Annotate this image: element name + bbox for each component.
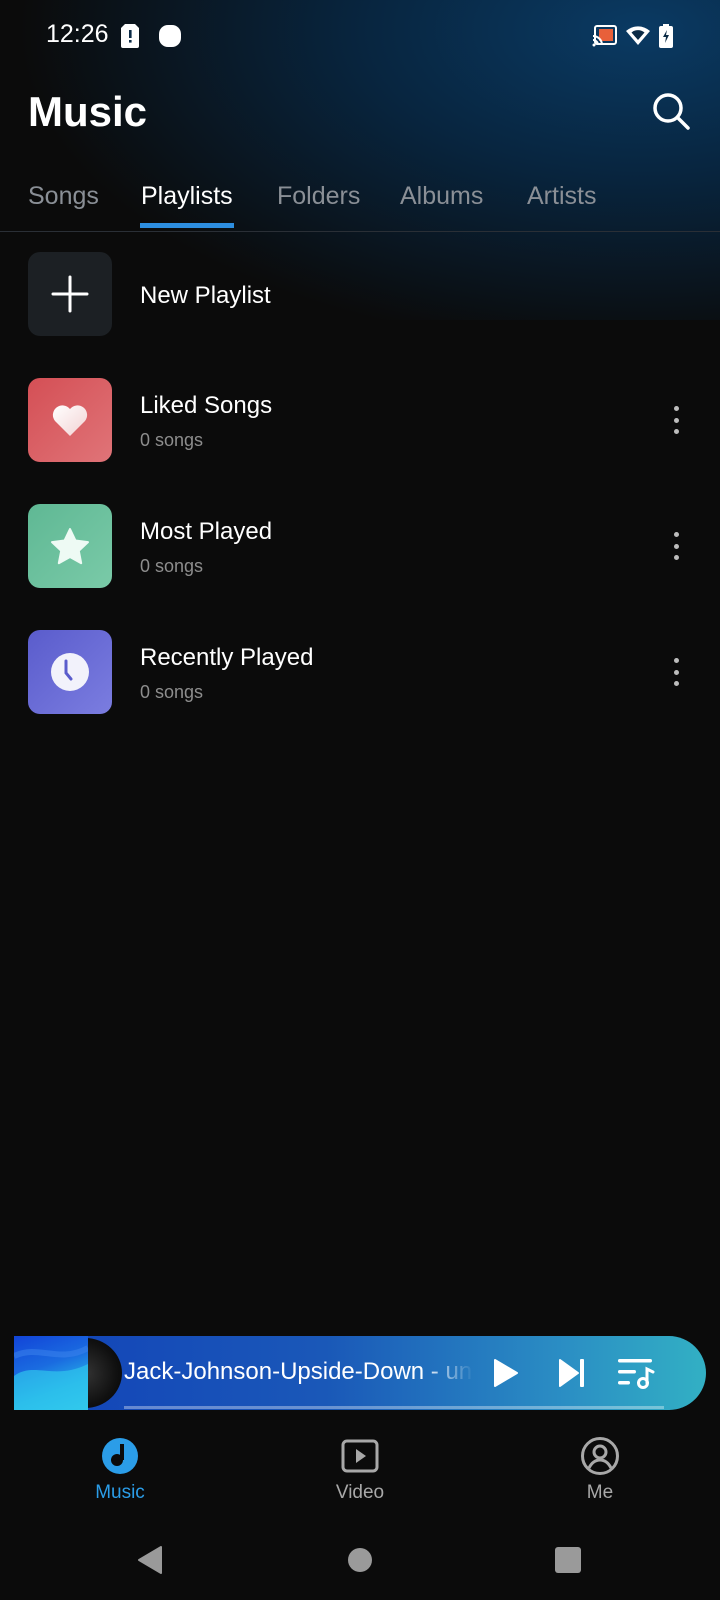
recents-icon xyxy=(555,1547,581,1573)
tab-playlists[interactable]: Playlists xyxy=(141,182,233,211)
nav-label: Music xyxy=(95,1482,145,1503)
new-playlist-label: New Playlist xyxy=(140,282,271,309)
clock-icon xyxy=(51,653,89,691)
play-button[interactable] xyxy=(486,1353,526,1393)
playlist-count: 0 songs xyxy=(140,430,204,450)
playlist-item-recently-played[interactable]: Recently Played 0 songs xyxy=(0,630,720,730)
video-icon xyxy=(341,1439,379,1473)
notification-dot-icon xyxy=(158,24,182,53)
search-icon xyxy=(653,93,690,130)
recents-button[interactable] xyxy=(546,1538,590,1582)
tab-bar: Songs Playlists Folders Albums Artists xyxy=(0,170,720,232)
now-playing-title: Jack-Johnson-Upside-Down - unknown xyxy=(124,1358,474,1385)
tab-indicator xyxy=(140,223,234,228)
queue-icon xyxy=(618,1359,655,1389)
recently-played-thumb xyxy=(28,630,112,714)
playlist-item-most-played[interactable]: Most Played 0 songs xyxy=(0,504,720,604)
playlist-count: 0 songs xyxy=(140,556,204,576)
playback-progress-bar[interactable] xyxy=(124,1406,664,1409)
album-art xyxy=(14,1336,90,1410)
playlist-title: Most Played xyxy=(140,518,273,545)
profile-icon xyxy=(581,1437,619,1475)
system-nav-bar xyxy=(0,1520,720,1600)
wifi-icon xyxy=(625,24,651,51)
plus-icon xyxy=(51,275,89,313)
playlist-count: 0 songs xyxy=(140,682,204,702)
back-icon xyxy=(138,1546,162,1574)
playlist-item-liked-songs[interactable]: Liked Songs 0 songs xyxy=(0,378,720,478)
new-playlist-button[interactable]: New Playlist xyxy=(0,252,720,352)
mini-player[interactable]: Jack-Johnson-Upside-Down - unknown xyxy=(14,1336,706,1410)
nav-label: Video xyxy=(335,1482,385,1503)
nav-video[interactable]: Video xyxy=(290,1420,430,1510)
more-options-button[interactable] xyxy=(664,400,688,440)
music-icon xyxy=(102,1438,138,1474)
heart-icon xyxy=(52,405,88,436)
search-button[interactable] xyxy=(650,90,694,134)
skip-next-button[interactable] xyxy=(552,1353,592,1393)
back-button[interactable] xyxy=(128,1538,172,1582)
nav-music[interactable]: Music xyxy=(50,1420,190,1510)
queue-button[interactable] xyxy=(616,1353,656,1393)
play-icon xyxy=(494,1359,518,1387)
home-icon xyxy=(348,1548,372,1572)
bottom-nav: Music Video Me xyxy=(0,1420,720,1510)
tab-songs[interactable]: Songs xyxy=(28,182,99,211)
playlist-title: Recently Played xyxy=(140,644,314,671)
status-time: 12:26 xyxy=(46,20,109,48)
nav-label: Me xyxy=(586,1482,614,1503)
more-options-button[interactable] xyxy=(664,652,688,692)
tab-albums[interactable]: Albums xyxy=(400,182,483,211)
battery-charging-icon xyxy=(659,24,673,53)
skip-next-icon xyxy=(559,1359,584,1387)
playlist-title: Liked Songs xyxy=(140,392,273,419)
liked-songs-thumb xyxy=(28,378,112,462)
most-played-thumb xyxy=(28,504,112,588)
star-icon xyxy=(51,528,89,565)
status-bar: 12:26 xyxy=(0,0,720,72)
page-title: Music xyxy=(28,88,148,135)
nav-me[interactable]: Me xyxy=(530,1420,670,1510)
tab-folders[interactable]: Folders xyxy=(277,182,360,211)
more-options-button[interactable] xyxy=(664,526,688,566)
new-playlist-thumb xyxy=(28,252,112,336)
tab-artists[interactable]: Artists xyxy=(527,182,596,211)
home-button[interactable] xyxy=(338,1538,382,1582)
cast-icon xyxy=(592,24,618,53)
sim-alert-icon xyxy=(121,24,139,53)
